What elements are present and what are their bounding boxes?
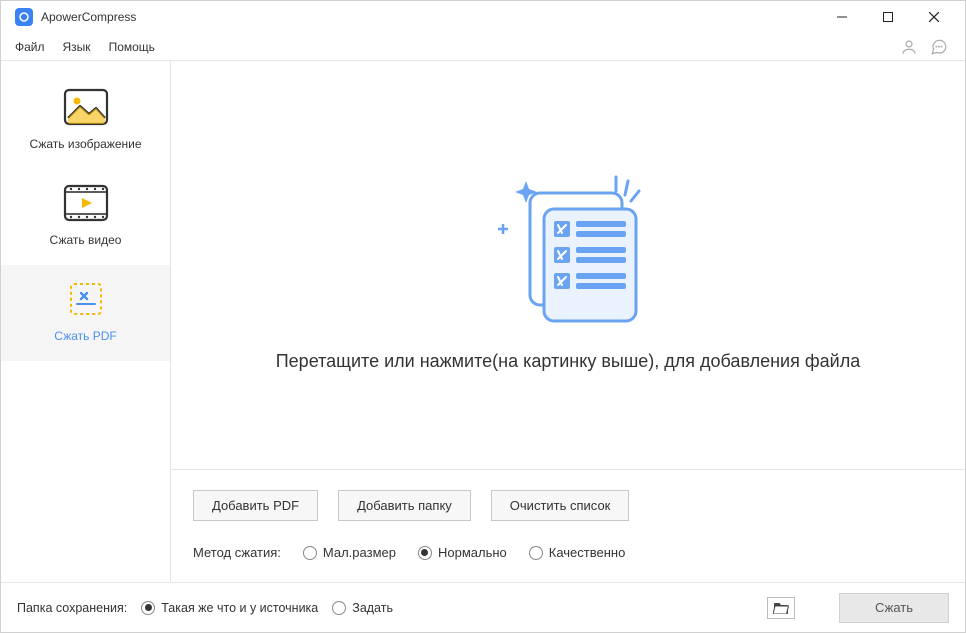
controls-panel: Добавить PDF Добавить папку Очистить спи… bbox=[171, 469, 965, 582]
compress-button[interactable]: Сжать bbox=[839, 593, 949, 623]
radio-label: Мал.размер bbox=[323, 545, 396, 560]
close-button[interactable] bbox=[911, 1, 957, 33]
image-icon bbox=[61, 87, 111, 127]
drop-area[interactable]: Перетащите или нажмите(на картинку выше)… bbox=[171, 61, 965, 469]
sidebar-item-label: Сжать PDF bbox=[54, 329, 116, 343]
sidebar-item-compress-image[interactable]: Сжать изображение bbox=[1, 73, 170, 169]
method-label: Метод сжатия: bbox=[193, 545, 281, 560]
app-icon bbox=[15, 8, 33, 26]
method-option-small[interactable]: Мал.размер bbox=[303, 545, 396, 560]
method-option-normal[interactable]: Нормально bbox=[418, 545, 507, 560]
sidebar-item-compress-video[interactable]: Сжать видео bbox=[1, 169, 170, 265]
menu-language[interactable]: Язык bbox=[63, 40, 91, 54]
menu-help[interactable]: Помощь bbox=[109, 40, 155, 54]
titlebar: ApowerCompress bbox=[1, 1, 965, 33]
method-option-quality[interactable]: Качественно bbox=[529, 545, 626, 560]
pdf-icon bbox=[61, 279, 111, 319]
video-icon bbox=[61, 183, 111, 223]
radio-label: Нормально bbox=[438, 545, 507, 560]
menu-file[interactable]: Файл bbox=[15, 40, 45, 54]
clear-list-button[interactable]: Очистить список bbox=[491, 490, 630, 521]
save-option-custom[interactable]: Задать bbox=[332, 601, 393, 615]
radio-label: Качественно bbox=[549, 545, 626, 560]
main-panel: Перетащите или нажмите(на картинку выше)… bbox=[171, 61, 965, 582]
minimize-button[interactable] bbox=[819, 1, 865, 33]
account-icon[interactable] bbox=[897, 35, 921, 59]
add-folder-button[interactable]: Добавить папку bbox=[338, 490, 471, 521]
menubar: Файл Язык Помощь bbox=[1, 33, 965, 61]
drop-hint-text: Перетащите или нажмите(на картинку выше)… bbox=[276, 351, 861, 372]
sidebar-item-label: Сжать видео bbox=[50, 233, 122, 247]
save-folder-label: Папка сохранения: bbox=[17, 601, 127, 615]
save-option-same-as-source[interactable]: Такая же что и у источника bbox=[141, 601, 318, 615]
feedback-icon[interactable] bbox=[927, 35, 951, 59]
pdf-stack-illustration-icon bbox=[468, 159, 668, 329]
add-pdf-button[interactable]: Добавить PDF bbox=[193, 490, 318, 521]
radio-label: Такая же что и у источника bbox=[161, 601, 318, 615]
sidebar-item-compress-pdf[interactable]: Сжать PDF bbox=[1, 265, 170, 361]
open-folder-button[interactable] bbox=[767, 597, 795, 619]
compression-method-row: Метод сжатия: Мал.размер Нормально Качес… bbox=[193, 545, 943, 560]
app-title: ApowerCompress bbox=[41, 10, 136, 24]
radio-label: Задать bbox=[352, 601, 393, 615]
maximize-button[interactable] bbox=[865, 1, 911, 33]
footer: Папка сохранения: Такая же что и у источ… bbox=[1, 582, 965, 632]
sidebar-item-label: Сжать изображение bbox=[29, 137, 141, 151]
sidebar: Сжать изображение Сжать видео Сжать PDF bbox=[1, 61, 171, 582]
